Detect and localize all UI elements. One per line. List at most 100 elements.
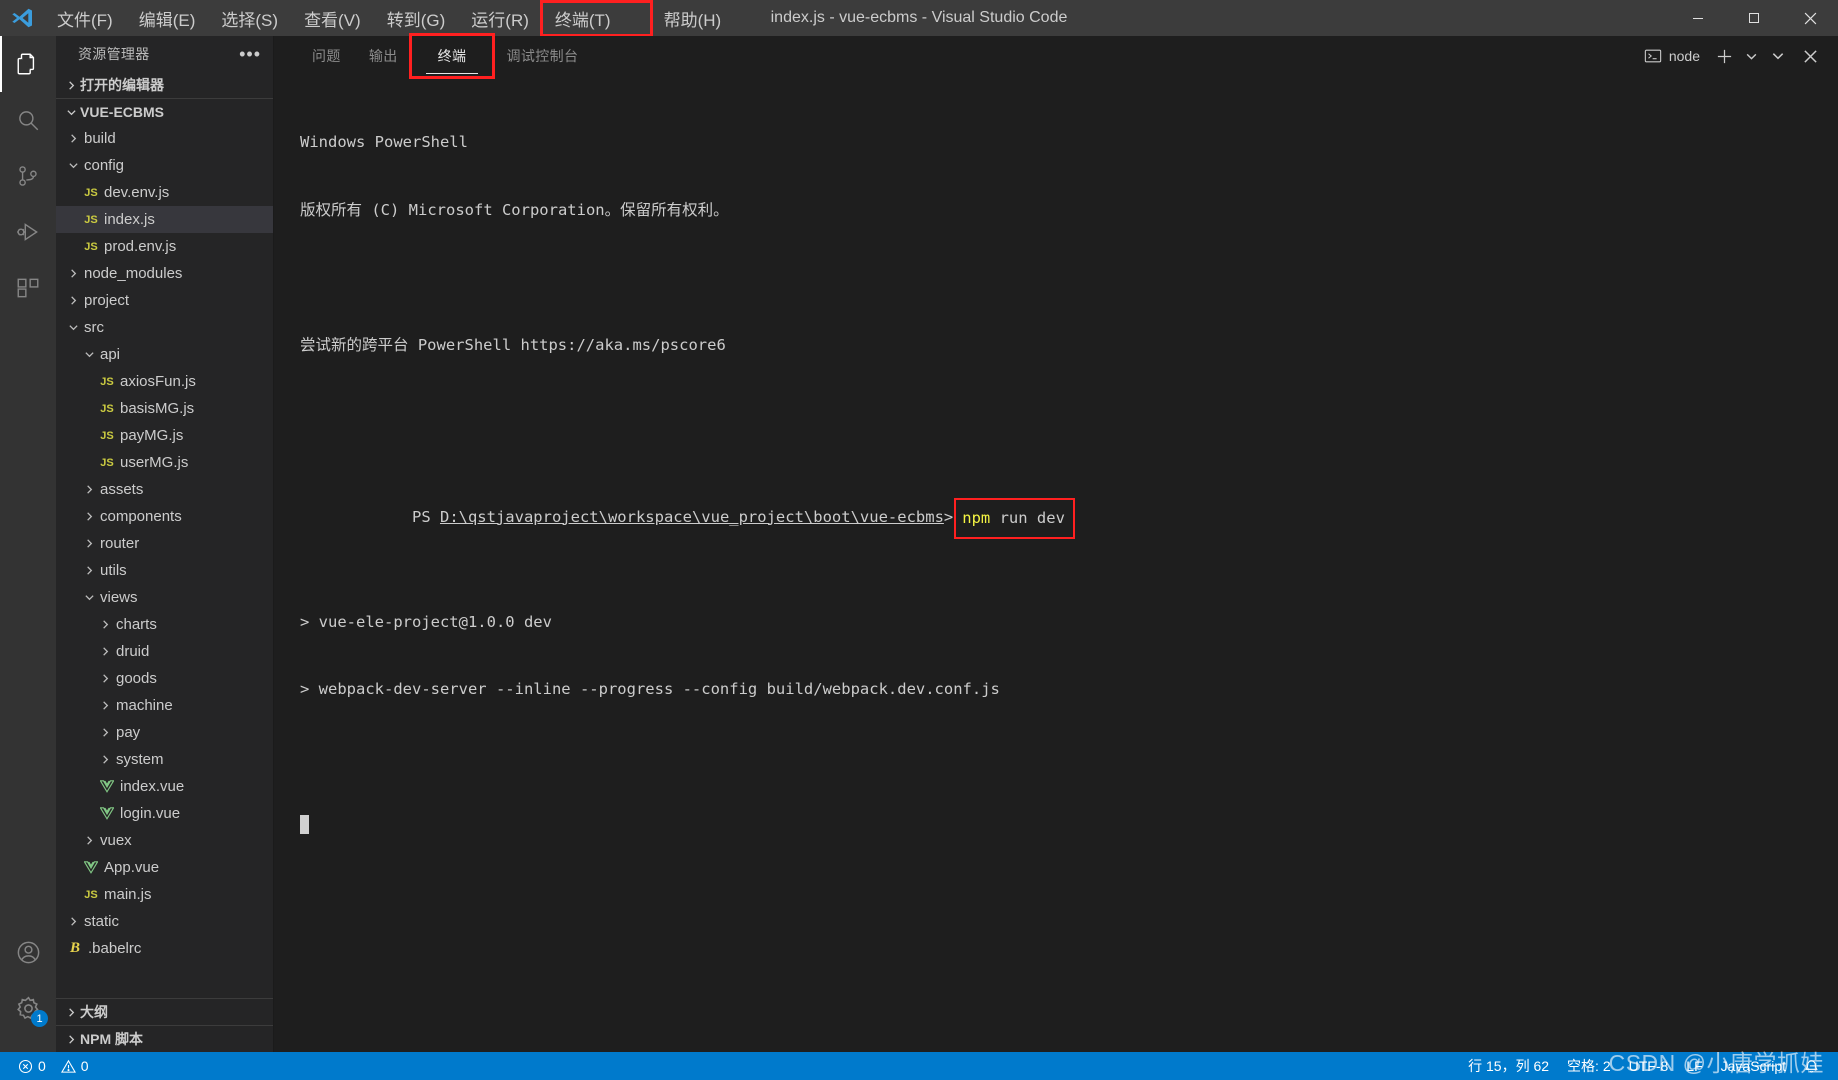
tree-item-build[interactable]: build: [56, 125, 273, 152]
gear-icon[interactable]: 1: [0, 980, 56, 1036]
project-root-section[interactable]: VUE-ECBMS: [56, 98, 273, 125]
search-icon[interactable]: [0, 92, 56, 148]
new-terminal-dropdown-icon[interactable]: [1742, 42, 1760, 70]
outline-section[interactable]: 大纲: [56, 998, 273, 1025]
terminal-selector-label: node: [1668, 48, 1700, 64]
chevron-down-icon: [64, 160, 82, 171]
run-and-debug-icon[interactable]: [0, 204, 56, 260]
extensions-icon[interactable]: [0, 260, 56, 316]
tree-item-usermg.js[interactable]: JS userMG.js: [56, 449, 273, 476]
terminal-selector[interactable]: node: [1638, 44, 1706, 68]
tree-item-node_modules[interactable]: node_modules: [56, 260, 273, 287]
tree-item-label: App.vue: [104, 859, 160, 876]
tree-item-config[interactable]: config: [56, 152, 273, 179]
tree-item-label: machine: [116, 697, 173, 714]
tree-item-index.vue[interactable]: index.vue: [56, 773, 273, 800]
tree-item-components[interactable]: components: [56, 503, 273, 530]
tree-item-main.js[interactable]: JS main.js: [56, 881, 273, 908]
menu-edit[interactable]: 编辑(E): [126, 2, 209, 35]
chevron-right-icon: [64, 133, 82, 144]
plus-icon[interactable]: [1710, 42, 1738, 70]
menu-file[interactable]: 文件(F): [44, 2, 126, 35]
tree-item-axiosfun.js[interactable]: JS axiosFun.js: [56, 368, 273, 395]
chevron-right-icon: [64, 268, 82, 279]
panel-maximize-icon[interactable]: [1764, 42, 1792, 70]
tree-item-label: login.vue: [120, 805, 181, 822]
status-bar: 0 0 行 15，列 62 空格: 2 UTF-8 LF JavaScript: [0, 1052, 1838, 1080]
open-editors-section[interactable]: 打开的编辑器: [56, 72, 273, 98]
menu-view[interactable]: 查看(V): [291, 2, 374, 35]
tree-item-static[interactable]: static: [56, 908, 273, 935]
chevron-right-icon: [96, 700, 114, 711]
tree-item-machine[interactable]: machine: [56, 692, 273, 719]
tree-item-login.vue[interactable]: login.vue: [56, 800, 273, 827]
menu-run[interactable]: 运行(R): [458, 2, 542, 35]
status-cursor-position[interactable]: 行 15，列 62: [1459, 1052, 1558, 1080]
menu-help[interactable]: 帮助(H): [651, 2, 735, 35]
tree-item-druid[interactable]: druid: [56, 638, 273, 665]
chevron-right-icon: [64, 916, 82, 927]
explorer-icon[interactable]: [0, 36, 56, 92]
minimize-button[interactable]: [1670, 0, 1726, 36]
terminal-icon: [1644, 47, 1662, 65]
tree-item-dev.env.js[interactable]: JS dev.env.js: [56, 179, 273, 206]
tab-problems[interactable]: 问题: [298, 36, 355, 76]
tab-debug-console[interactable]: 调试控制台: [492, 36, 592, 76]
tree-item-prod.env.js[interactable]: JS prod.env.js: [56, 233, 273, 260]
chevron-right-icon: [80, 538, 98, 549]
status-bar-right: 行 15，列 62 空格: 2 UTF-8 LF JavaScript: [1459, 1052, 1838, 1080]
tree-item-api[interactable]: api: [56, 341, 273, 368]
tree-item-system[interactable]: system: [56, 746, 273, 773]
terminal-output[interactable]: Windows PowerShell 版权所有 (C) Microsoft Co…: [274, 76, 1838, 1052]
account-icon[interactable]: [0, 924, 56, 980]
tree-item-.babelrc[interactable]: B .babelrc: [56, 935, 273, 962]
tree-item-index.js[interactable]: JS index.js: [56, 206, 273, 233]
tree-item-label: system: [116, 751, 164, 768]
close-button[interactable]: [1782, 0, 1838, 36]
tree-item-label: index.js: [104, 211, 155, 228]
command-arguments: run dev: [990, 508, 1065, 527]
explorer-more-actions-icon[interactable]: •••: [239, 45, 261, 63]
tab-output[interactable]: 输出: [355, 36, 412, 76]
tree-item-app.vue[interactable]: App.vue: [56, 854, 273, 881]
tree-item-basismg.js[interactable]: JS basisMG.js: [56, 395, 273, 422]
bell-icon[interactable]: [1795, 1052, 1828, 1080]
status-encoding[interactable]: UTF-8: [1620, 1052, 1678, 1080]
tree-item-utils[interactable]: utils: [56, 557, 273, 584]
javascript-file-icon: JS: [100, 375, 114, 388]
status-problems[interactable]: 0 0: [9, 1052, 98, 1080]
tree-item-router[interactable]: router: [56, 530, 273, 557]
chevron-right-icon: [96, 619, 114, 630]
chevron-right-icon: [62, 80, 80, 91]
tree-item-label: vuex: [100, 832, 132, 849]
status-indentation[interactable]: 空格: 2: [1558, 1052, 1620, 1080]
source-control-icon[interactable]: [0, 148, 56, 204]
terminal-prompt-line: PS D:\qstjavaproject\workspace\vue_proje…: [300, 469, 1838, 566]
tree-item-label: main.js: [104, 886, 152, 903]
npm-scripts-section[interactable]: NPM 脚本: [56, 1025, 273, 1052]
tree-item-pay[interactable]: pay: [56, 719, 273, 746]
tree-item-goods[interactable]: goods: [56, 665, 273, 692]
menu-go[interactable]: 转到(G): [374, 2, 459, 35]
tree-item-project[interactable]: project: [56, 287, 273, 314]
tab-terminal[interactable]: 终端: [408, 33, 496, 79]
terminal-cursor: [300, 813, 1838, 836]
tree-item-vuex[interactable]: vuex: [56, 827, 273, 854]
status-language-mode[interactable]: JavaScript: [1712, 1052, 1795, 1080]
status-eol[interactable]: LF: [1677, 1052, 1711, 1080]
prompt-path[interactable]: D:\qstjavaproject\workspace\vue_project\…: [440, 508, 944, 526]
tree-item-views[interactable]: views: [56, 584, 273, 611]
menu-bar[interactable]: 文件(F) 编辑(E) 选择(S) 查看(V) 转到(G) 运行(R) 终端(T…: [44, 0, 735, 37]
menu-selection[interactable]: 选择(S): [208, 2, 291, 35]
chevron-right-icon: [96, 646, 114, 657]
tree-item-assets[interactable]: assets: [56, 476, 273, 503]
file-tree[interactable]: build config JS dev.env.js JS index.js JS prod.…: [56, 125, 273, 998]
tree-item-src[interactable]: src: [56, 314, 273, 341]
tree-item-charts[interactable]: charts: [56, 611, 273, 638]
maximize-button[interactable]: [1726, 0, 1782, 36]
tree-item-paymg.js[interactable]: JS payMG.js: [56, 422, 273, 449]
menu-terminal[interactable]: 终端(T): [539, 0, 653, 37]
panel-close-icon[interactable]: [1796, 42, 1824, 70]
tree-item-label: config: [84, 157, 125, 174]
window-controls: [1670, 0, 1838, 36]
